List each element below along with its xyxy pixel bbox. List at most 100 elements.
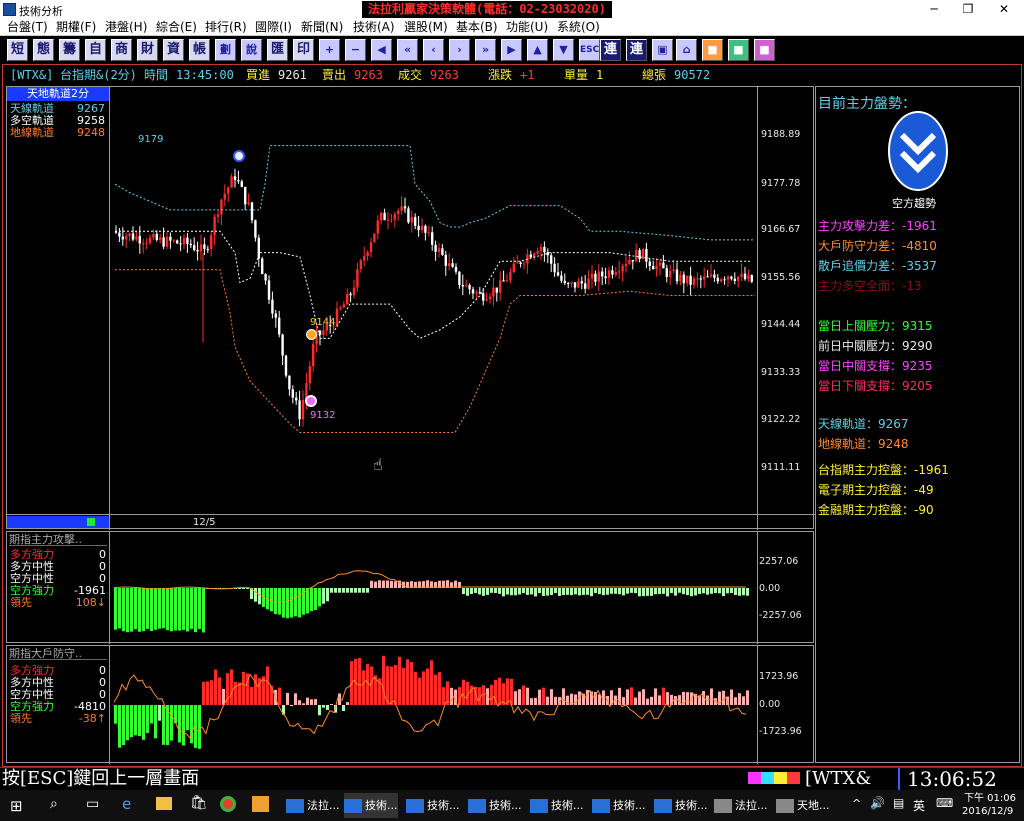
toolbar-button-commodity[interactable]: 商 bbox=[111, 39, 132, 61]
start-icon[interactable]: ⊞ bbox=[10, 797, 23, 815]
toolbar-button-short[interactable]: 短 bbox=[7, 39, 28, 61]
menu-item-ranking[interactable]: 排行(R) bbox=[205, 19, 247, 35]
menu-item-technical[interactable]: 技術(A) bbox=[353, 19, 395, 35]
tool-purple-icon[interactable]: ■ bbox=[754, 39, 775, 61]
candle-body bbox=[692, 278, 696, 285]
menu-item-tai[interactable]: 台盤(T) bbox=[7, 19, 48, 35]
outlook-icon[interactable] bbox=[252, 796, 269, 812]
menu-item-futures[interactable]: 期權(F) bbox=[56, 19, 96, 35]
taskbar-item-5[interactable]: 技術... bbox=[530, 793, 584, 818]
taskbar-item-1[interactable]: 法拉... bbox=[286, 793, 340, 818]
arrow-up-icon[interactable]: ▲ bbox=[527, 39, 548, 61]
edge-icon[interactable]: e bbox=[122, 795, 131, 813]
maximize-icon[interactable]: ❐ bbox=[952, 0, 984, 19]
store-icon[interactable]: 🛍 bbox=[190, 795, 208, 811]
taskbar-item-4[interactable]: 技術... bbox=[468, 793, 522, 818]
toolbar-button-data[interactable]: 資 bbox=[163, 39, 184, 61]
menu-item-hk[interactable]: 港盤(H) bbox=[105, 19, 147, 35]
volume-icon[interactable]: 🔊 bbox=[870, 796, 885, 810]
tool-orange-icon[interactable]: ■ bbox=[702, 39, 723, 61]
toolbar-button-draw[interactable]: 劃 bbox=[215, 39, 236, 61]
menu-item-screening[interactable]: 選股(M) bbox=[404, 19, 448, 35]
main-chart-tab[interactable]: 天地軌道2分 bbox=[7, 87, 109, 101]
zoom-in-icon[interactable]: + bbox=[319, 39, 340, 61]
toolbar-button-print[interactable]: 印 bbox=[293, 39, 314, 61]
taskbar-date[interactable]: 2016/12/9 bbox=[962, 805, 1013, 818]
histogram-bar bbox=[198, 588, 201, 630]
toolbar-button-account[interactable]: 帳 bbox=[189, 39, 210, 61]
status-separator bbox=[898, 768, 900, 790]
histogram-bar bbox=[134, 705, 137, 736]
candle-body bbox=[604, 276, 607, 278]
histogram-bar bbox=[642, 689, 645, 705]
taskbar-time[interactable]: 下午 01:06 bbox=[964, 792, 1016, 805]
scroll-thumb[interactable] bbox=[87, 518, 95, 526]
explorer-icon[interactable] bbox=[156, 797, 172, 810]
candle-body bbox=[291, 389, 294, 398]
ime-mode-icon[interactable]: ⌨ bbox=[936, 796, 953, 810]
search-icon[interactable]: ⌕ bbox=[50, 796, 58, 812]
menu-item-function[interactable]: 功能(U) bbox=[506, 19, 548, 35]
tool-green-icon[interactable]: ■ bbox=[728, 39, 749, 61]
main-ytick: 9144.44 bbox=[761, 319, 801, 330]
esc-icon[interactable]: ESC bbox=[579, 39, 600, 61]
toolbar-button-explain[interactable]: 說 bbox=[241, 39, 262, 61]
candle-body bbox=[451, 263, 454, 267]
window-icon[interactable]: ▣ bbox=[652, 39, 673, 61]
taskbar-item-6[interactable]: 技術... bbox=[592, 793, 646, 818]
menu-item-news[interactable]: 新聞(N) bbox=[301, 19, 343, 35]
taskbar-item-7[interactable]: 技術... bbox=[654, 793, 708, 818]
attack-histogram[interactable] bbox=[110, 532, 757, 644]
toolbar-button-finance[interactable]: 財 bbox=[137, 39, 158, 61]
candle-body bbox=[390, 219, 393, 221]
histogram-bar bbox=[502, 588, 505, 597]
quote-total: 90572 bbox=[674, 68, 711, 82]
histogram-bar bbox=[746, 588, 749, 596]
chrome-icon[interactable] bbox=[220, 796, 236, 812]
taskbar-item-2-label: 技術... bbox=[365, 799, 398, 812]
scroll-left-fast-icon[interactable]: ◀ bbox=[371, 39, 392, 61]
histogram-bar bbox=[450, 687, 453, 705]
candle-body bbox=[454, 266, 458, 272]
defense-histogram[interactable] bbox=[110, 646, 757, 764]
taskbar-item-9[interactable]: 天地... bbox=[776, 793, 830, 818]
panel2-title[interactable]: 期指大戶防守.. bbox=[9, 647, 107, 660]
arrow-down-icon[interactable]: ▼ bbox=[553, 39, 574, 61]
menu-item-fundamental[interactable]: 基本(B) bbox=[456, 19, 498, 35]
candle-body bbox=[516, 262, 519, 264]
close-icon[interactable]: ✕ bbox=[988, 0, 1020, 19]
toolbar-button-chips[interactable]: 籌 bbox=[59, 39, 80, 61]
tray-chevron-icon[interactable]: ^ bbox=[852, 797, 861, 810]
candle-body bbox=[475, 292, 478, 294]
toolbar-button-link-1[interactable]: 連 bbox=[600, 39, 621, 61]
scroll-right-fast-icon[interactable]: ▶ bbox=[501, 39, 522, 61]
ime-indicator[interactable]: 英 bbox=[913, 797, 925, 814]
main-force-row: 電子期主力控盤：-49 bbox=[818, 483, 934, 497]
zoom-out-icon[interactable]: − bbox=[345, 39, 366, 61]
scroll-left-double-icon[interactable]: « bbox=[397, 39, 418, 61]
menu-item-combined[interactable]: 綜合(E) bbox=[156, 19, 197, 35]
scroll-right-icon[interactable]: › bbox=[449, 39, 470, 61]
task-view-icon[interactable]: ▭ bbox=[86, 796, 99, 812]
taskbar-item-2[interactable]: 技術... bbox=[344, 793, 398, 818]
toolbar-button-export[interactable]: 匯 bbox=[267, 39, 288, 61]
menu-item-intl[interactable]: 國際(I) bbox=[255, 19, 292, 35]
menu-item-system[interactable]: 系統(O) bbox=[557, 19, 600, 35]
toolbar-button-link-2[interactable]: 連 bbox=[626, 39, 647, 61]
toolbar-button-self[interactable]: 自 bbox=[85, 39, 106, 61]
notification-icon[interactable]: ▤ bbox=[893, 796, 904, 810]
histogram-bar bbox=[554, 588, 557, 594]
panel1-title[interactable]: 期指主力攻擊.. bbox=[9, 533, 107, 546]
minimize-icon[interactable]: ─ bbox=[918, 0, 950, 19]
toolbar-button-state[interactable]: 態 bbox=[33, 39, 54, 61]
taskbar-item-3[interactable]: 技術... bbox=[406, 793, 460, 818]
histogram-bar bbox=[122, 588, 125, 632]
scroll-left-icon[interactable]: ‹ bbox=[423, 39, 444, 61]
scroll-track[interactable] bbox=[7, 516, 109, 528]
taskbar-item-1-label: 法拉... bbox=[307, 799, 340, 812]
app-icon bbox=[3, 3, 16, 16]
scroll-right-double-icon[interactable]: » bbox=[475, 39, 496, 61]
taskbar-item-8[interactable]: 法拉... bbox=[714, 793, 768, 818]
lock-icon[interactable]: ⌂ bbox=[676, 39, 697, 61]
candlestick-chart[interactable] bbox=[110, 87, 757, 514]
